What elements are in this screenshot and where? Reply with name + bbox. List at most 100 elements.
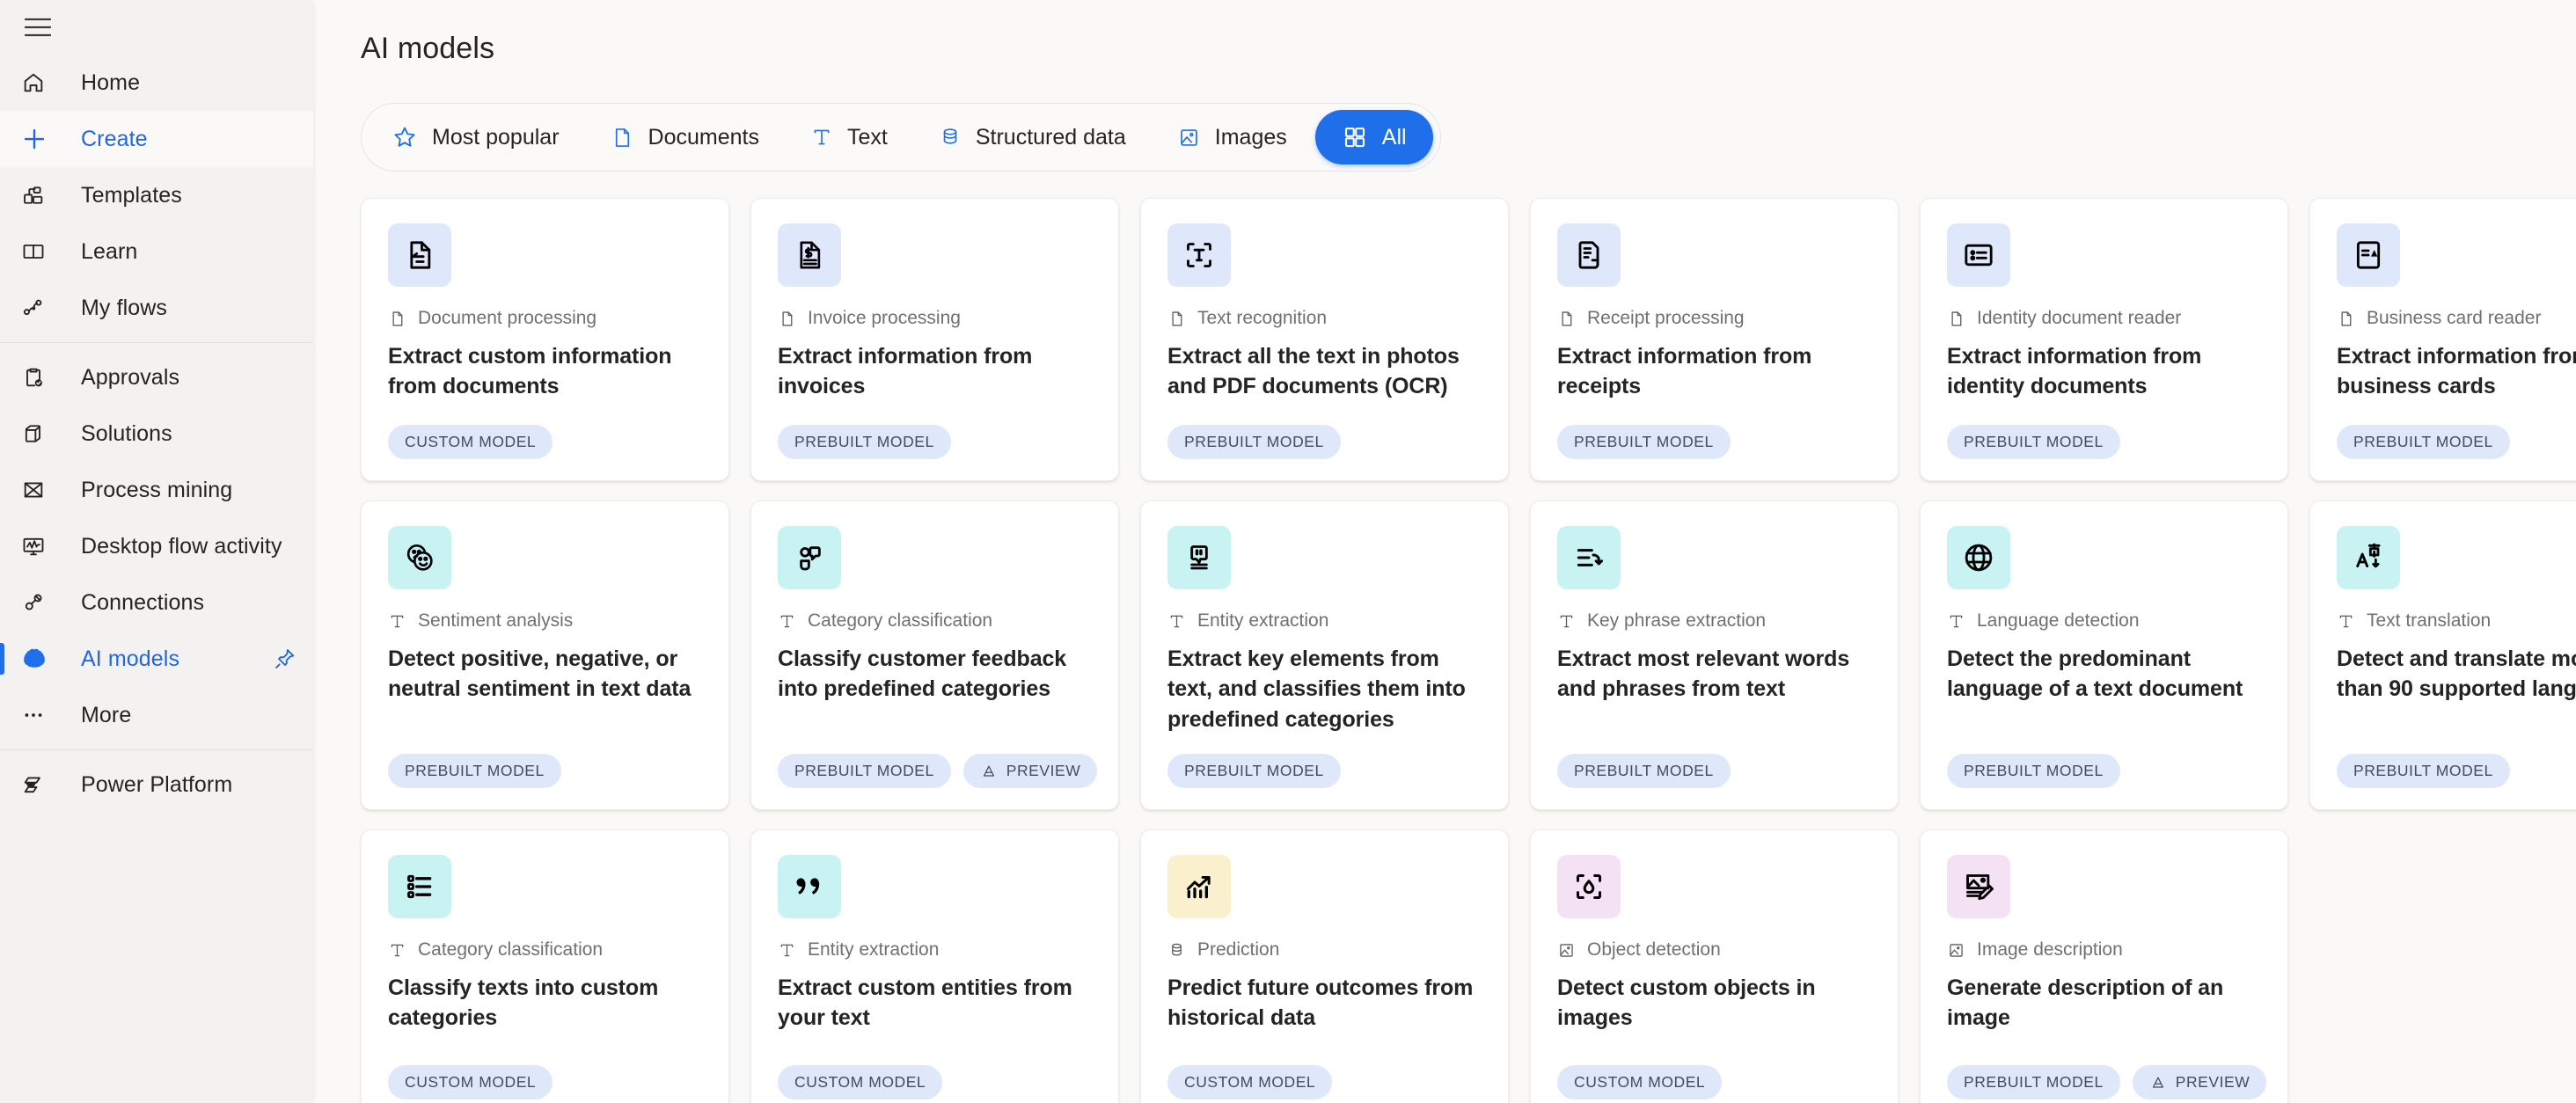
model-card[interactable]: Identity document reader Extract informat… <box>1920 198 2288 481</box>
model-badges: PREBUILT MODEL <box>778 409 1092 459</box>
model-card-title: Classify texts into custom categories <box>388 975 659 1031</box>
model-card[interactable]: Object detection Detect custom objects in… <box>1530 829 1899 1103</box>
sidebar-item-connections[interactable]: Connections <box>0 574 313 631</box>
star-icon <box>392 124 418 150</box>
sidebar-item-power-platform[interactable]: Power Platform <box>0 756 313 813</box>
hamburger-icon[interactable] <box>19 9 56 46</box>
sidebar-item-approvals[interactable]: Approvals <box>0 349 313 405</box>
model-badges: PREBUILT MODEL <box>1167 738 1482 788</box>
pin-icon[interactable] <box>273 646 297 671</box>
model-card[interactable]: Key phrase extraction Extract most releva… <box>1530 500 1899 810</box>
model-category-label: Category classification <box>418 939 604 960</box>
model-card-title: Detect the predominant language of a tex… <box>1947 646 2243 702</box>
quote-icon <box>778 855 841 918</box>
filter-tab-text[interactable]: Text <box>787 110 911 164</box>
model-category: Invoice processing <box>778 308 1092 329</box>
status-badge-label: PREBUILT MODEL <box>1964 762 2104 779</box>
sidebar-item-process-mining[interactable]: Process mining <box>0 462 313 518</box>
status-badge: PREBUILT MODEL <box>388 754 561 788</box>
model-card-title: Extract all the text in photos and PDF d… <box>1167 344 1460 399</box>
filter-tab-images[interactable]: Images <box>1154 110 1310 164</box>
model-card[interactable]: Invoice processing Extract information fr… <box>750 198 1119 481</box>
sidebar-item-ai-models[interactable]: AI models <box>0 631 313 687</box>
status-badge-label: PREBUILT MODEL <box>794 762 934 779</box>
model-category: Language detection <box>1947 610 2261 632</box>
ai-models-grid: Document processing Extract custom inform… <box>313 172 2576 1103</box>
sidebar-item-create[interactable]: Create <box>0 111 313 167</box>
model-category: Receipt processing <box>1557 308 1871 329</box>
document-icon <box>388 310 406 328</box>
text-t-icon <box>388 612 406 631</box>
sidebar-item-my-flows[interactable]: My flows <box>0 280 313 336</box>
model-category: Object detection <box>1557 939 1871 961</box>
model-card[interactable]: Sentiment analysis Detect positive, negat… <box>361 500 729 810</box>
model-card-title: Extract most relevant words and phrases … <box>1557 646 1850 702</box>
model-category-label: Text translation <box>2367 610 2492 631</box>
status-badge: PREBUILT MODEL <box>778 754 951 788</box>
model-card[interactable]: Language detection Detect the predominant… <box>1920 500 2288 810</box>
database-icon <box>939 126 962 149</box>
sidebar-divider <box>0 342 313 343</box>
model-badges: PREBUILT MODEL <box>1167 409 1482 459</box>
filter-tab-label: Text <box>846 124 888 150</box>
model-card[interactable]: Text recognition Extract all the text in … <box>1140 198 1509 481</box>
model-category-label: Invoice processing <box>808 308 961 328</box>
status-badge: CUSTOM MODEL <box>388 1065 553 1099</box>
model-card[interactable]: Receipt processing Extract information fr… <box>1530 198 1899 481</box>
model-category: Identity document reader <box>1947 308 2261 329</box>
document-icon <box>1167 310 1186 328</box>
document-extract-icon <box>388 223 451 287</box>
receipt-icon <box>1557 223 1621 287</box>
model-card-title: Detect custom objects in images <box>1557 975 1816 1031</box>
sidebar-item-templates[interactable]: Templates <box>0 167 313 223</box>
model-card-title: Classify customer feedback into predefin… <box>778 646 1067 702</box>
status-badge: PREBUILT MODEL <box>1947 1065 2120 1099</box>
sidebar-item-home[interactable]: Home <box>0 55 313 111</box>
text-t-icon <box>1167 612 1186 631</box>
sidebar-item-label: Process mining <box>81 477 233 502</box>
model-filter-bar: Most popular Documents Text Structured data… <box>361 103 1441 172</box>
monitor-activity-icon <box>21 534 62 559</box>
status-badge: PREBUILT MODEL <box>1947 754 2120 788</box>
model-category-label: Business card reader <box>2367 308 2542 328</box>
sidebar-item-label: Desktop flow activity <box>81 533 282 559</box>
model-card[interactable]: Business card reader Extract information … <box>2309 198 2576 481</box>
process-mining-icon <box>21 478 62 502</box>
status-badge-label: PREVIEW <box>1006 762 1081 779</box>
grid-icon <box>1342 124 1368 150</box>
filter-tab-all[interactable]: All <box>1314 110 1433 164</box>
model-card-title: Extract information from business cards <box>2337 344 2576 399</box>
model-badges: PREBUILT MODEL <box>2337 738 2576 788</box>
key-phrase-icon <box>1557 526 1621 589</box>
model-card[interactable]: Entity extraction Extract custom entities… <box>750 829 1119 1103</box>
model-card-title: Extract custom entities from your text <box>778 975 1072 1031</box>
translate-icon <box>2337 526 2400 589</box>
model-category: Business card reader <box>2337 308 2576 329</box>
sidebar-item-more[interactable]: More <box>0 687 313 743</box>
filter-tab-most-popular[interactable]: Most popular <box>369 110 582 164</box>
filter-tab-structured-data[interactable]: Structured data <box>916 110 1149 164</box>
sidebar-item-desktop-flow-activity[interactable]: Desktop flow activity <box>0 518 313 574</box>
model-card[interactable]: Prediction Predict future outcomes from h… <box>1140 829 1509 1103</box>
sidebar-item-solutions[interactable]: Solutions <box>0 405 313 462</box>
sidebar-item-learn[interactable]: Learn <box>0 223 313 280</box>
image-icon <box>1177 126 1201 150</box>
filter-tab-documents[interactable]: Documents <box>588 110 782 164</box>
model-card[interactable]: Category classification Classify texts in… <box>361 829 729 1103</box>
book-icon <box>21 239 62 264</box>
model-category-label: Category classification <box>808 610 993 631</box>
model-card[interactable]: Image description Generate description of… <box>1920 829 2288 1103</box>
status-badge: PREBUILT MODEL <box>1167 754 1341 788</box>
model-card[interactable]: Entity extraction Extract key elements fr… <box>1140 500 1509 810</box>
model-category: Key phrase extraction <box>1557 610 1871 632</box>
model-card[interactable]: Text translation Detect and translate mor… <box>2309 500 2576 810</box>
model-category-label: Entity extraction <box>1197 610 1329 631</box>
status-badge: PREVIEW <box>962 754 1098 788</box>
model-card[interactable]: Document processing Extract custom inform… <box>361 198 729 481</box>
model-card[interactable]: Category classification Classify customer… <box>750 500 1119 810</box>
flow-icon <box>21 296 62 320</box>
sidebar-item-label: Create <box>81 126 148 151</box>
model-category: Sentiment analysis <box>388 610 702 632</box>
text-t-icon <box>1947 612 1965 631</box>
sidebar-item-label: Connections <box>81 589 205 615</box>
